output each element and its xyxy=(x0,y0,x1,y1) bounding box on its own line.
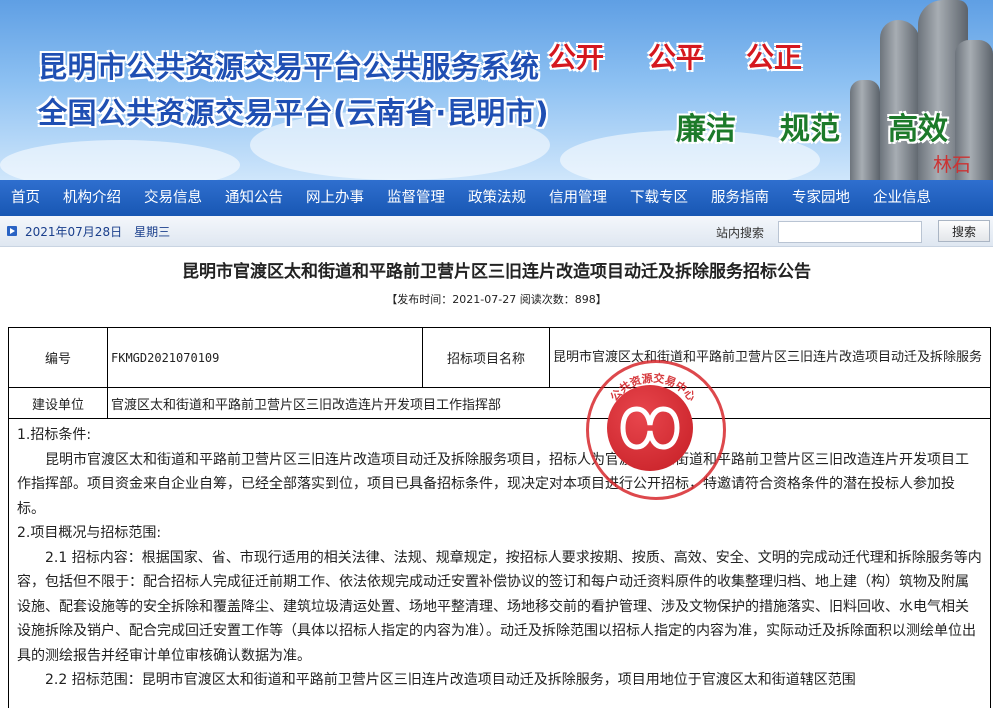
table-row: 建设单位 官渡区太和街道和平路前卫营片区三旧改造连片开发项目工作指挥部 xyxy=(8,387,991,419)
search-label: 站内搜索 xyxy=(716,226,765,240)
nav-policy[interactable]: 政策法规 xyxy=(457,180,538,216)
nav-home[interactable]: 首页 xyxy=(0,180,52,216)
slogan-efficient: 高效 xyxy=(888,112,948,147)
official-seal: 公共资源交易中心 xyxy=(586,360,726,500)
current-date: 2021年07月28日 xyxy=(25,224,123,239)
play-arrow-icon xyxy=(7,226,17,236)
nav-about[interactable]: 机构介绍 xyxy=(52,180,133,216)
main-nav: 首页 机构介绍 交易信息 通知公告 网上办事 监督管理 政策法规 信用管理 下载… xyxy=(0,180,993,216)
search-button[interactable]: 搜索 xyxy=(938,220,990,242)
nav-online-service[interactable]: 网上办事 xyxy=(295,180,376,216)
nav-notices[interactable]: 通知公告 xyxy=(214,180,295,216)
site-title: 昆明市公共资源交易平台公共服务系统 xyxy=(38,50,540,84)
search-input[interactable] xyxy=(778,221,922,243)
seal-logo-icon xyxy=(620,406,680,450)
nav-credit[interactable]: 信用管理 xyxy=(538,180,619,216)
current-weekday: 星期三 xyxy=(134,224,171,239)
project-name-label: 招标项目名称 xyxy=(422,327,550,388)
slogan-standard: 规范 xyxy=(780,112,840,147)
slogan-open: 公开 xyxy=(548,41,605,74)
slogan-clean: 廉洁 xyxy=(676,112,736,147)
stone-forest-image xyxy=(850,80,880,180)
section-paragraph: 昆明市官渡区太和街道和平路前卫营片区三旧连片改造项目动迁及拆除服务项目，招标人为… xyxy=(17,451,969,517)
code-value: FKMGD2021070109 xyxy=(107,327,423,388)
stone-forest-image xyxy=(880,20,920,180)
seal-emblem xyxy=(607,385,693,471)
slogan-fair: 公平 xyxy=(648,41,705,74)
nav-experts[interactable]: 专家园地 xyxy=(781,180,862,216)
site-subtitle: 全国公共资源交易平台(云南省·昆明市) xyxy=(38,96,550,130)
section-heading: 1.招标条件: xyxy=(17,427,92,443)
article-title: 昆明市官渡区太和街道和平路前卫营片区三旧连片改造项目动迁及拆除服务招标公告 xyxy=(182,262,811,282)
article-body: 1.招标条件: 昆明市官渡区太和街道和平路前卫营片区三旧连片改造项目动迁及拆除服… xyxy=(8,419,991,708)
nav-supervision[interactable]: 监督管理 xyxy=(376,180,457,216)
unit-value: 官渡区太和街道和平路前卫营片区三旧改造连片开发项目工作指挥部 xyxy=(107,387,991,419)
nav-guide[interactable]: 服务指南 xyxy=(700,180,781,216)
date-search-bar: 2021年07月28日 星期三 站内搜索 搜索 xyxy=(0,216,993,247)
slogan-just: 公正 xyxy=(746,41,803,74)
project-info-table: 编号 FKMGD2021070109 招标项目名称 昆明市官渡区太和街道和平路前… xyxy=(8,327,991,419)
nav-trade-info[interactable]: 交易信息 xyxy=(133,180,214,216)
section-heading: 2.项目概况与招标范围: xyxy=(17,525,162,541)
stone-forest-inscription: 林石 xyxy=(932,154,971,176)
unit-label: 建设单位 xyxy=(8,387,108,419)
nav-downloads[interactable]: 下载专区 xyxy=(619,180,700,216)
section-paragraph: 2.2 招标范围：昆明市官渡区太和街道和平路前卫营片区三旧连片改造项目动迁及拆除… xyxy=(45,672,856,688)
article-meta: 【发布时间：2021-07-27 阅读次数：898】 xyxy=(386,293,607,306)
nav-enterprise[interactable]: 企业信息 xyxy=(862,180,943,216)
table-row: 编号 FKMGD2021070109 招标项目名称 昆明市官渡区太和街道和平路前… xyxy=(8,327,991,388)
code-label: 编号 xyxy=(8,327,108,388)
header-banner: 昆明市公共资源交易平台公共服务系统 全国公共资源交易平台(云南省·昆明市) 公开… xyxy=(0,0,993,180)
cloud-decoration xyxy=(0,140,240,180)
section-paragraph: 2.1 招标内容：根据国家、省、市现行适用的相关法律、法规、规章规定，按招标人要… xyxy=(17,549,982,664)
